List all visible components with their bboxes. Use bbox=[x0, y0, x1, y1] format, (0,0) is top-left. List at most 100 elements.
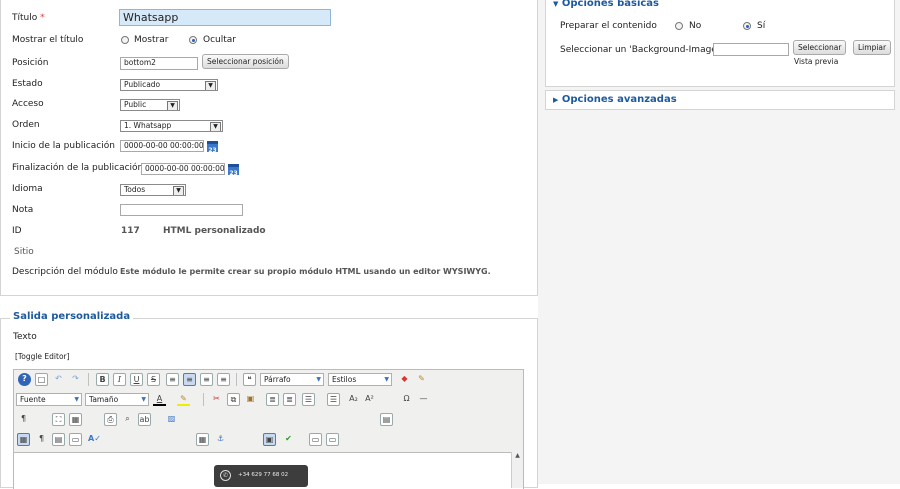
calendar-icon[interactable]: 23 bbox=[207, 141, 218, 154]
find-icon[interactable]: ⌕ bbox=[121, 413, 134, 426]
order-select-value: 1. Whatsapp bbox=[124, 121, 172, 130]
align-left-icon[interactable]: ≡ bbox=[166, 373, 179, 386]
bg-image-input[interactable] bbox=[713, 43, 789, 56]
fullscreen-icon[interactable]: ⛶ bbox=[52, 413, 65, 426]
access-label: Acceso bbox=[12, 99, 44, 109]
state-select[interactable]: Publicado ▼ bbox=[120, 79, 218, 91]
cleanup-brush-icon[interactable]: ✎ bbox=[415, 373, 428, 386]
scroll-up-icon[interactable]: ▲ bbox=[512, 452, 523, 459]
replace-icon[interactable]: ab bbox=[138, 413, 151, 426]
paragraph-icon[interactable]: ¶ bbox=[35, 433, 48, 446]
state-select-value: Publicado bbox=[124, 80, 161, 89]
size-select[interactable]: Tamaño ▼ bbox=[85, 393, 149, 406]
template-icon[interactable]: ▦ bbox=[69, 413, 82, 426]
chevron-down-icon: ▼ bbox=[167, 101, 178, 110]
subscript-icon[interactable]: A₂ bbox=[347, 393, 360, 406]
title-input[interactable]: Whatsapp bbox=[119, 9, 331, 26]
media-icon[interactable]: ▭ bbox=[69, 433, 82, 446]
check-icon[interactable]: ✔ bbox=[282, 433, 295, 446]
calendar-icon[interactable]: 23 bbox=[228, 164, 239, 177]
special-char-icon[interactable]: Ω bbox=[400, 393, 413, 406]
select-position-button[interactable]: Seleccionar posición bbox=[202, 54, 289, 69]
clear-bg-image-button[interactable]: Limpiar bbox=[853, 40, 892, 55]
strikethrough-icon[interactable]: S bbox=[147, 373, 160, 386]
note-input[interactable] bbox=[120, 204, 243, 216]
publish-end-input[interactable]: 0000-00-00 00:00:00 bbox=[141, 163, 225, 175]
highlight-color-icon[interactable]: ✎ bbox=[177, 393, 190, 406]
select-bg-image-button[interactable]: Seleccionar bbox=[793, 40, 847, 55]
insert-image-icon[interactable]: ▦ bbox=[196, 433, 209, 446]
blockquote-icon[interactable]: ❝ bbox=[243, 373, 256, 386]
align-justify-icon[interactable]: ≡ bbox=[217, 373, 230, 386]
ordered-list-icon[interactable]: ☰ bbox=[302, 393, 315, 406]
chevron-down-icon: ▼ bbox=[205, 81, 216, 90]
styles-select-value: Estilos bbox=[332, 375, 357, 384]
custom-output-title: Salida personalizada bbox=[10, 311, 134, 322]
advanced-options-header[interactable]: ▶ Opciones avanzadas bbox=[553, 94, 677, 105]
format-select-value: Párrafo bbox=[264, 375, 291, 384]
eraser-icon[interactable]: ◆ bbox=[398, 373, 411, 386]
spellcheck-icon[interactable]: A✓ bbox=[88, 433, 101, 446]
align-center-icon[interactable]: ≡ bbox=[183, 373, 196, 386]
position-label: Posición bbox=[12, 58, 49, 68]
id-type: HTML personalizado bbox=[163, 226, 266, 236]
preview-phone: +34 629 77 68 02 bbox=[238, 472, 289, 478]
paragraph-marks-icon[interactable]: ¶ bbox=[17, 413, 30, 426]
size-select-value: Tamaño bbox=[89, 395, 119, 404]
insert-image-icon[interactable]: ▨ bbox=[165, 413, 178, 426]
unordered-list-icon[interactable]: ☰ bbox=[327, 393, 340, 406]
access-select[interactable]: Public ▼ bbox=[120, 99, 180, 111]
publish-start-input[interactable]: 0000-00-00 00:00:00 bbox=[120, 140, 204, 152]
bold-icon[interactable]: B bbox=[96, 373, 109, 386]
chevron-down-icon: ▼ bbox=[173, 186, 184, 195]
new-document-icon[interactable]: □ bbox=[35, 373, 48, 386]
toggle-editor-link[interactable]: [Toggle Editor] bbox=[15, 352, 70, 361]
redo-icon[interactable]: ↷ bbox=[69, 373, 82, 386]
id-value: 117 bbox=[121, 226, 140, 236]
basic-options-header[interactable]: ▼ Opciones básicas bbox=[553, 0, 659, 9]
title-label: Título * bbox=[12, 13, 45, 23]
toolbar-separator bbox=[88, 373, 89, 386]
font-select[interactable]: Fuente ▼ bbox=[16, 393, 82, 406]
indent-center-icon[interactable]: ≣ bbox=[266, 393, 279, 406]
copy-icon[interactable]: ⧉ bbox=[227, 393, 240, 406]
show-title-radio-show[interactable] bbox=[121, 36, 129, 44]
horizontal-rule-icon[interactable]: — bbox=[417, 393, 430, 406]
text-color-icon[interactable]: A bbox=[153, 393, 166, 406]
show-title-opt-hide: Ocultar bbox=[203, 35, 236, 45]
underline-icon[interactable]: U bbox=[130, 373, 143, 386]
print-icon[interactable]: ⎙ bbox=[104, 413, 117, 426]
chevron-down-icon: ▼ bbox=[384, 376, 389, 383]
show-title-radio-hide[interactable] bbox=[189, 36, 197, 44]
anchor-icon[interactable]: ⚓ bbox=[214, 433, 227, 446]
cut-icon[interactable]: ✂ bbox=[210, 393, 223, 406]
prepare-content-radio-yes[interactable] bbox=[743, 22, 751, 30]
table-icon[interactable]: ▤ bbox=[380, 413, 393, 426]
prepare-content-radio-no[interactable] bbox=[675, 22, 683, 30]
box-icon[interactable]: ▭ bbox=[309, 433, 322, 446]
paste-icon[interactable]: ▣ bbox=[244, 393, 257, 406]
code-icon[interactable]: ▣ bbox=[263, 433, 276, 446]
layer-icon[interactable]: ▤ bbox=[52, 433, 65, 446]
description-value: Este módulo le permite crear su propio m… bbox=[120, 267, 491, 276]
chevron-down-icon: ▼ bbox=[316, 376, 321, 383]
language-label: Idioma bbox=[12, 184, 43, 194]
note-label: Nota bbox=[12, 205, 34, 215]
editor-scrollbar[interactable]: ▲ bbox=[511, 452, 523, 488]
align-right-icon[interactable]: ≡ bbox=[200, 373, 213, 386]
help-icon[interactable]: ? bbox=[18, 373, 31, 386]
indent-icon[interactable]: ≣ bbox=[283, 393, 296, 406]
format-select[interactable]: Párrafo ▼ bbox=[260, 373, 324, 386]
undo-icon[interactable]: ↶ bbox=[52, 373, 65, 386]
position-input[interactable]: bottom2 bbox=[120, 57, 198, 70]
visual-aid-icon[interactable]: ▦ bbox=[17, 433, 30, 446]
font-select-value: Fuente bbox=[20, 395, 46, 404]
language-select[interactable]: Todos ▼ bbox=[120, 184, 186, 196]
box-icon[interactable]: ▭ bbox=[326, 433, 339, 446]
styles-select[interactable]: Estilos ▼ bbox=[328, 373, 392, 386]
order-select[interactable]: 1. Whatsapp ▼ bbox=[120, 120, 223, 132]
italic-icon[interactable]: I bbox=[113, 373, 126, 386]
prepare-content-opt-no: No bbox=[689, 21, 702, 31]
toolbar-separator bbox=[236, 373, 237, 386]
superscript-icon[interactable]: A² bbox=[363, 393, 376, 406]
